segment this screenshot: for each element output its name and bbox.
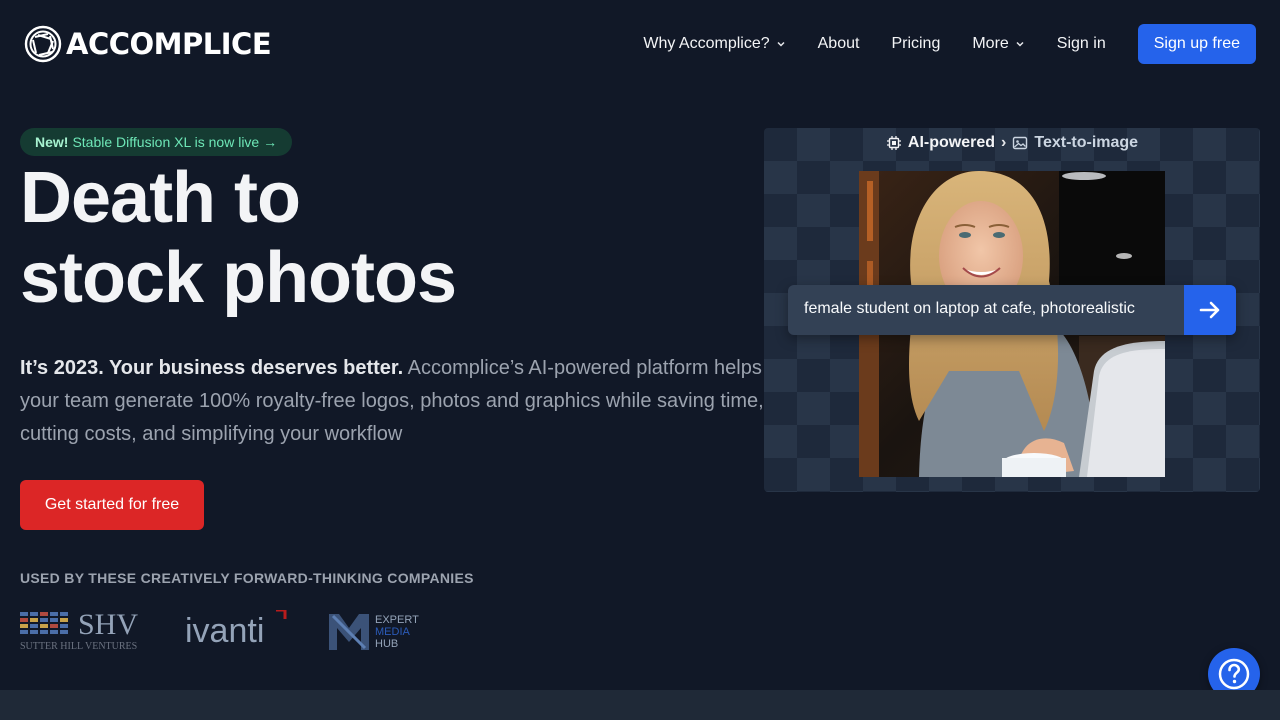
emh-logo-line-3: HUB xyxy=(375,638,398,650)
breadcrumb-separator-icon: › xyxy=(1001,134,1007,151)
expert-media-hub-logo: EXPERT MEDIA HUB xyxy=(329,614,419,650)
sign-up-button[interactable]: Sign up free xyxy=(1137,24,1256,64)
announcement-badge: New! xyxy=(35,134,69,150)
chevron-down-icon xyxy=(1016,41,1024,47)
emh-logo-line-1: EXPERT xyxy=(375,614,419,626)
brand-name: ACCOMPLICE xyxy=(66,27,272,61)
text-to-image-demo: AI-powered › Text-to-image female studen… xyxy=(764,128,1260,492)
get-started-button[interactable]: Get started for free xyxy=(20,480,204,530)
nav-more[interactable]: More xyxy=(972,35,1024,53)
nav-sign-in-label: Sign in xyxy=(1056,35,1106,52)
site-header: ACCOMPLICE Why Accomplice? About Pricing… xyxy=(0,0,1280,88)
announcement-pill[interactable]: New! Stable Diffusion XL is now live → xyxy=(20,128,293,156)
nav-more-label: More xyxy=(972,35,1009,52)
image-icon xyxy=(1013,136,1028,150)
announcement-text: Stable Diffusion XL is now live → xyxy=(72,134,278,150)
ivanti-logo: ivanti xyxy=(185,610,287,650)
question-circle-icon xyxy=(1218,658,1250,690)
next-section-edge xyxy=(0,690,1280,720)
prompt-text: female student on laptop at cafe, photor… xyxy=(804,300,1135,317)
emh-logo-line-2: MEDIA xyxy=(375,626,411,638)
shv-logo-name: SHV xyxy=(78,608,138,641)
nav-sign-in[interactable]: Sign in xyxy=(1057,35,1106,53)
prompt-input[interactable]: female student on laptop at cafe, photor… xyxy=(788,285,1236,335)
hero-title-line-2: stock photos xyxy=(20,238,457,318)
nav-pricing-label: Pricing xyxy=(891,35,941,52)
chevron-down-icon xyxy=(777,41,785,47)
hero-title-line-1: Death to xyxy=(20,158,301,238)
demo-breadcrumb: AI-powered › Text-to-image xyxy=(764,134,1260,152)
arrow-right-icon xyxy=(1199,301,1220,319)
customers-heading: USED BY THESE CREATIVELY FORWARD-THINKIN… xyxy=(20,570,474,586)
hero-title: Death to stock photos xyxy=(20,158,457,318)
nav-about[interactable]: About xyxy=(818,35,860,53)
nav-about-label: About xyxy=(817,35,860,52)
breadcrumb-ai-powered: AI-powered xyxy=(907,134,996,151)
hero-description: It’s 2023. Your business deserves better… xyxy=(20,352,780,451)
breadcrumb-text-to-image: Text-to-image xyxy=(1034,134,1139,151)
nav-pricing[interactable]: Pricing xyxy=(891,35,940,53)
aperture-logo-icon xyxy=(24,25,62,63)
prompt-submit-button[interactable] xyxy=(1184,285,1236,335)
brand-logo[interactable]: ACCOMPLICE xyxy=(24,25,272,63)
customer-logos: SHV SUTTER HILL VENTURES ivanti EXPERT M… xyxy=(20,606,440,652)
nav-why-accomplice[interactable]: Why Accomplice? xyxy=(643,35,785,53)
nav-why-accomplice-label: Why Accomplice? xyxy=(643,35,770,52)
ivanti-logo-name: ivanti xyxy=(185,612,264,650)
shv-logo-subtitle: SUTTER HILL VENTURES xyxy=(20,641,137,652)
chip-icon xyxy=(886,136,901,150)
main-nav: Why Accomplice? About Pricing More Sign … xyxy=(611,24,1256,64)
hero-lead-strong: It’s 2023. Your business deserves better… xyxy=(20,357,404,379)
shv-logo: SHV SUTTER HILL VENTURES xyxy=(20,608,138,652)
